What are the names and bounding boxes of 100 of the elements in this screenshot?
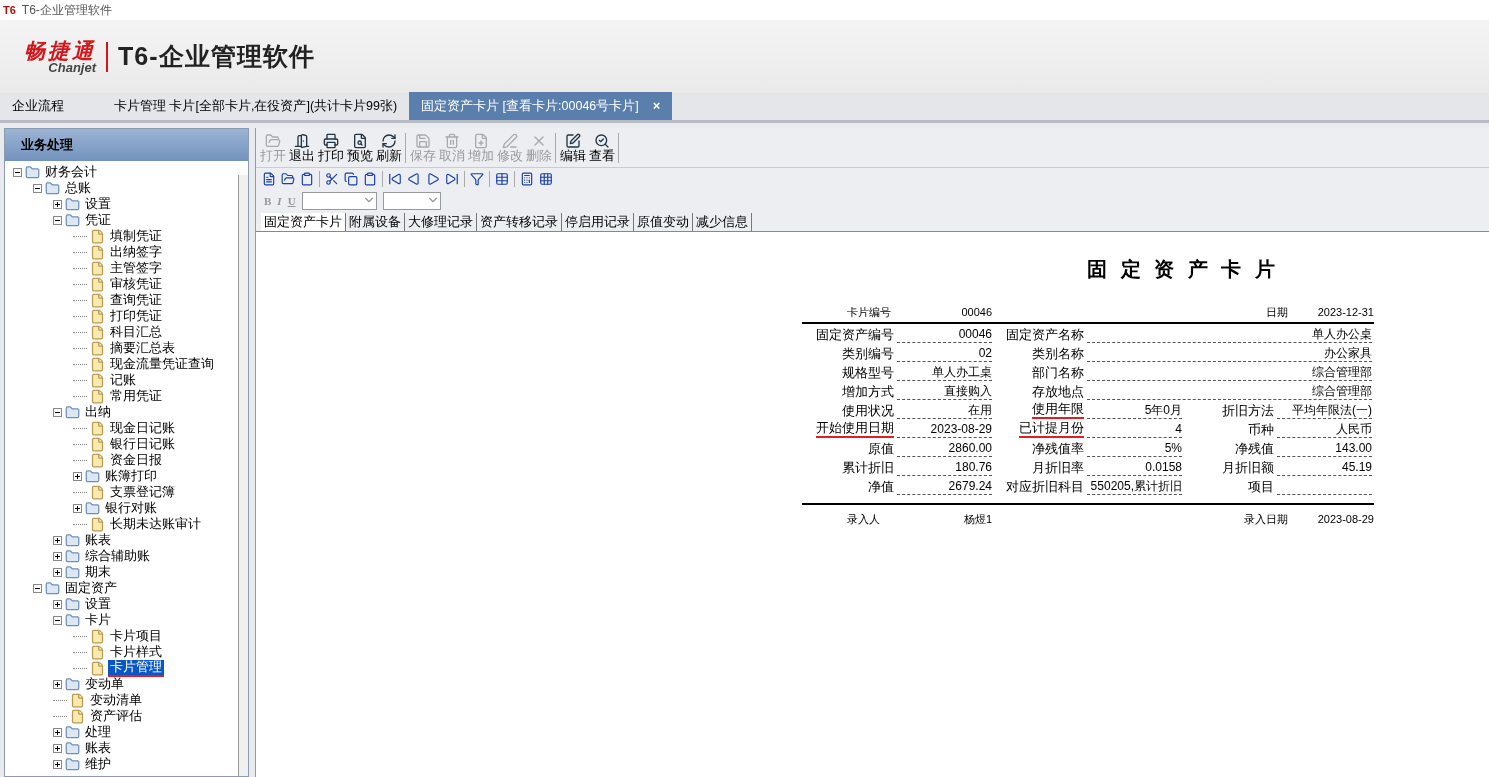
tree-item[interactable]: 审核凭证 [108,276,164,292]
expand-toggle-icon[interactable] [53,759,62,769]
font-dropdown[interactable] [301,192,377,210]
tab[interactable]: 附属设备 [346,213,405,231]
tree-item[interactable]: 资金日报 [108,452,164,468]
expand-toggle-icon[interactable] [53,679,62,689]
tree-item[interactable]: 现金日记账 [108,420,177,436]
collapse-toggle-icon[interactable] [13,167,22,177]
field-label: 净残值率 [1032,442,1084,457]
tab[interactable]: 资产转移记录 [477,213,562,231]
tree-item[interactable]: 银行对账 [103,500,159,516]
expand-toggle-icon[interactable] [53,551,62,561]
tree-item[interactable]: 设置 [83,596,113,612]
search-icon [593,132,610,149]
tree-item[interactable]: 变动清单 [88,692,144,708]
toolbar-button[interactable]: 打印 [316,132,345,163]
tree-item[interactable]: 综合辅助账 [83,548,152,564]
expand-toggle-icon[interactable] [53,727,62,737]
collapse-toggle-icon[interactable] [33,183,42,193]
tree-item[interactable]: 凭证 [83,212,113,228]
close-button[interactable]: × [652,96,661,116]
last-icon[interactable] [445,172,459,186]
scrollbar[interactable] [238,175,248,776]
tree-item[interactable]: 资产评估 [88,708,144,724]
field-label: 使用状况 [842,404,894,419]
tree-item[interactable]: 财务会计 [43,164,99,180]
tree-item[interactable]: 账簿打印 [103,468,159,484]
tree-item[interactable]: 卡片项目 [108,628,164,644]
tree-item[interactable]: 账表 [83,740,113,756]
next-icon[interactable] [426,172,440,186]
field-label: 开始使用日期 [816,421,894,438]
field-label: 存放地点 [1032,385,1084,400]
tree-item[interactable]: 打印凭证 [108,308,164,324]
tree-item[interactable]: 卡片管理 [108,659,164,677]
tree-item[interactable]: 处理 [83,724,113,740]
clipboard-icon[interactable] [300,172,314,186]
field-value: 办公家具 [1324,346,1372,361]
document-icon [90,388,105,404]
size-dropdown[interactable] [382,192,441,210]
toolbar-button[interactable]: 编辑 [558,132,587,163]
folder-icon [65,756,80,772]
tab[interactable]: 固定资产卡片 [261,213,346,231]
tree-item[interactable]: 查询凭证 [108,292,164,308]
tab[interactable]: 固定资产卡片 [查看卡片:00046号卡片] × [409,92,673,120]
collapse-toggle-icon[interactable] [53,215,62,225]
toolbar-button[interactable]: 刷新 [374,132,403,163]
tab[interactable]: 卡片管理 卡片[全部卡片,在役资产](共计卡片99张) [76,92,410,120]
tree-item[interactable]: 维护 [83,756,113,772]
tree-item[interactable]: 期末 [83,564,113,580]
tree-item[interactable]: 卡片 [83,612,113,628]
tree-item[interactable]: 科目汇总 [108,324,164,340]
tree-item[interactable]: 填制凭证 [108,228,164,244]
tab[interactable]: 停启用记录 [562,213,634,231]
toolbar-button[interactable]: 预览 [345,132,374,163]
document-icon [70,708,85,724]
collapse-toggle-icon[interactable] [33,583,42,593]
table-icon[interactable] [495,172,509,186]
copy-icon[interactable] [344,172,358,186]
paste-icon[interactable] [363,172,377,186]
tab[interactable]: 减少信息 [693,213,752,231]
tree-item[interactable]: 变动单 [83,676,126,692]
tree-item[interactable]: 摘要汇总表 [108,340,177,356]
tree-item[interactable]: 记账 [108,372,138,388]
expand-toggle-icon[interactable] [53,567,62,577]
tree-item[interactable]: 出纳签字 [108,244,164,260]
filter-icon[interactable] [470,172,484,186]
tree-item[interactable]: 现金流量凭证查询 [108,356,216,372]
tree-item[interactable]: 常用凭证 [108,388,164,404]
panel-title: 业务处理 [21,136,73,155]
tab[interactable]: 原值变动 [634,213,693,231]
collapse-toggle-icon[interactable] [53,407,62,417]
tree-item[interactable]: 固定资产 [63,580,119,596]
tree-item[interactable]: 长期未达账审计 [108,516,203,532]
expand-toggle-icon[interactable] [53,199,62,209]
tree-item[interactable]: 支票登记簿 [108,484,177,500]
tab[interactable]: 企业流程 [0,92,76,120]
field-value: 杨煜1 [963,511,992,527]
folder-icon[interactable] [281,172,295,186]
scissors-icon[interactable] [325,172,339,186]
toolbar-button[interactable]: 退出 [287,132,316,163]
first-icon[interactable] [388,172,402,186]
tree-item[interactable]: 卡片样式 [108,644,164,660]
tree-item[interactable]: 账表 [83,532,113,548]
tree-item[interactable]: 银行日记账 [108,436,177,452]
expand-toggle-icon[interactable] [53,535,62,545]
tab[interactable]: 大修理记录 [405,213,477,231]
expand-toggle-icon[interactable] [73,471,82,481]
expand-toggle-icon[interactable] [53,599,62,609]
tree-item[interactable]: 总账 [63,180,93,196]
grid-icon[interactable] [539,172,553,186]
tree-item[interactable]: 设置 [83,196,113,212]
expand-toggle-icon[interactable] [73,503,82,513]
previous-icon[interactable] [407,172,421,186]
expand-toggle-icon[interactable] [53,743,62,753]
toolbar-button[interactable]: 查看 [587,132,616,163]
collapse-toggle-icon[interactable] [53,615,62,625]
document-icon [90,516,105,532]
tree-item[interactable]: 主管签字 [108,260,164,276]
calculator-icon[interactable] [520,172,534,186]
tree-item[interactable]: 出纳 [83,404,113,420]
